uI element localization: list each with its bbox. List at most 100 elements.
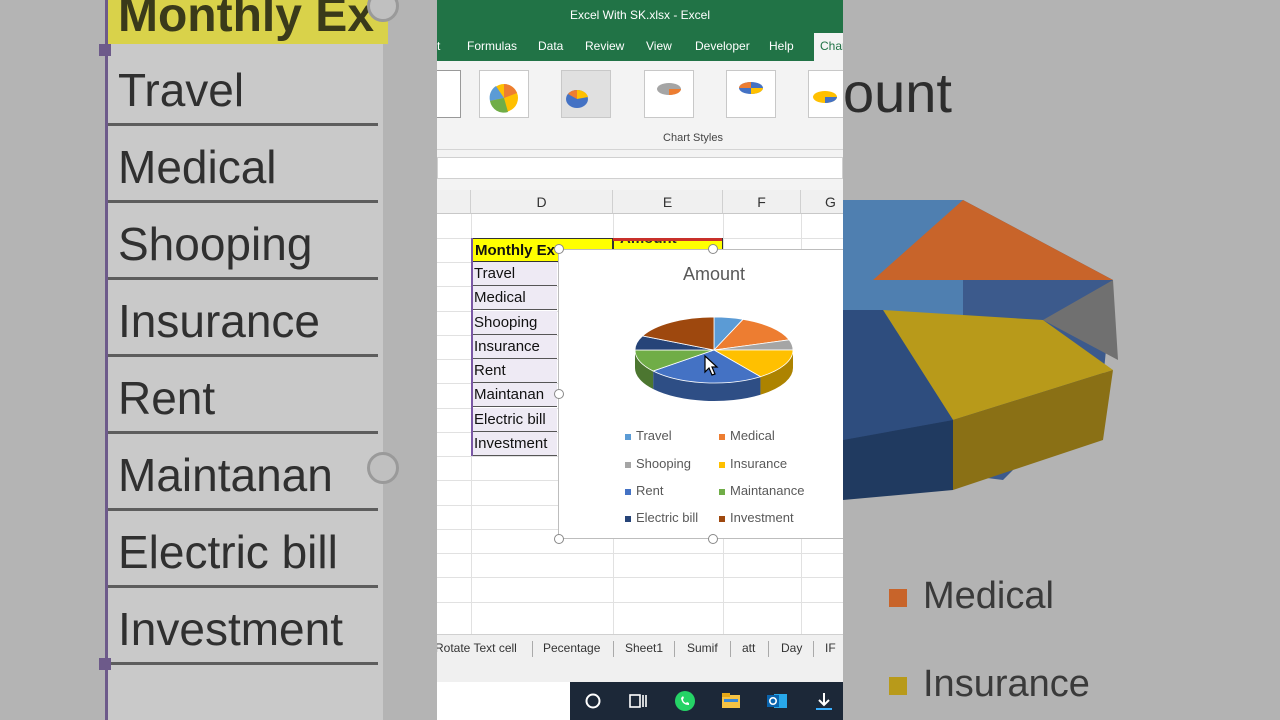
legend-label: Rent: [636, 483, 664, 498]
chart-style-thumbnail[interactable]: [437, 70, 461, 118]
chart-resize-handle[interactable]: [554, 534, 564, 544]
background-header-cell: Monthly Ex: [108, 0, 388, 44]
chart-resize-handle[interactable]: [708, 534, 718, 544]
column-header-g[interactable]: G: [801, 190, 843, 214]
chart-styles-group-label: Chart Styles: [663, 132, 723, 144]
chart-style-thumbnail[interactable]: [644, 70, 694, 118]
tab-insert[interactable]: t: [437, 39, 440, 53]
sheet-tabs: Rotate Text cell Pecentage Sheet1 Sumif …: [437, 634, 843, 663]
background-cell: Maintanan: [108, 437, 378, 511]
cortana-icon[interactable]: [582, 690, 604, 712]
cell-item[interactable]: Electric bill: [471, 408, 557, 432]
sheet-tab[interactable]: Sheet1: [625, 641, 663, 655]
tab-help[interactable]: Help: [769, 39, 794, 53]
selection-border-e: [613, 238, 722, 241]
ribbon: Chart Styles: [437, 61, 843, 150]
sheet-tab-separator: [613, 641, 614, 657]
column-header-d[interactable]: D: [471, 190, 613, 214]
sheet-tab[interactable]: Sumif: [687, 641, 718, 655]
legend-swatch: [719, 488, 725, 495]
selection-range-border: [471, 238, 473, 456]
background-legend-label: Insurance: [923, 663, 1090, 705]
windows-taskbar: [437, 682, 843, 720]
tab-review[interactable]: Review: [585, 39, 624, 53]
excel-window: Excel With SK.xlsx - Excel t Formulas Da…: [437, 0, 843, 720]
tab-chart-design[interactable]: Char: [814, 33, 843, 61]
background-right-zoom: ount Medical Insurance: [843, 0, 1280, 720]
window-title: Excel With SK.xlsx - Excel: [437, 0, 843, 31]
cell-item[interactable]: Insurance: [471, 335, 557, 359]
cell-item[interactable]: Shooping: [471, 311, 557, 335]
background-cell: Shooping: [108, 206, 378, 280]
background-selection-handle: [99, 658, 111, 670]
tab-view[interactable]: View: [646, 39, 672, 53]
background-cell: Insurance: [108, 283, 378, 357]
background-cell: Rent: [108, 360, 378, 434]
sheet-tab[interactable]: Pecentage: [543, 641, 600, 655]
corner-header: [437, 190, 471, 214]
chart-resize-handle[interactable]: [708, 244, 718, 254]
formula-input[interactable]: [437, 157, 843, 179]
chart-style-thumbnail[interactable]: [726, 70, 776, 118]
cell-item[interactable]: Medical: [471, 286, 557, 310]
chart-style-thumbnail[interactable]: [479, 70, 529, 118]
grid-line: [437, 553, 843, 554]
whatsapp-icon[interactable]: [674, 690, 696, 712]
legend-swatch: [625, 461, 631, 468]
cell-item[interactable]: Rent: [471, 359, 557, 383]
background-legend-swatch: [889, 589, 907, 607]
column-header-e[interactable]: E: [613, 190, 723, 214]
tab-formulas[interactable]: Formulas: [467, 39, 517, 53]
chart-style-thumbnail[interactable]: [808, 70, 843, 118]
legend-label: Electric bill: [636, 510, 699, 525]
cell-item[interactable]: Investment: [471, 432, 557, 456]
sheet-tab-separator: [768, 641, 769, 657]
legend-item-medical: Medical: [719, 428, 775, 443]
legend-item-shooping: Shooping: [625, 456, 691, 471]
sheet-tab-separator: [532, 641, 533, 657]
background-legend-label: Medical: [923, 575, 1054, 617]
grid-line: [437, 577, 843, 578]
chart-resize-handle[interactable]: [554, 389, 564, 399]
background-legend-swatch: [889, 677, 907, 695]
pie-plot-area[interactable]: [559, 290, 843, 450]
file-explorer-icon[interactable]: [720, 690, 742, 712]
cell-item[interactable]: Maintanan: [471, 383, 557, 407]
background-chart-title: ount: [843, 61, 952, 124]
background-cell: Electric bill: [108, 514, 378, 588]
legend-label: Medical: [730, 428, 775, 443]
tab-data[interactable]: Data: [538, 39, 563, 53]
legend-swatch: [625, 488, 631, 495]
formula-bar: [437, 150, 843, 190]
taskbar-strip: [570, 682, 843, 720]
sheet-tab[interactable]: IF: [825, 641, 836, 655]
legend-label: Maintanance: [730, 483, 805, 498]
background-selection-handle: [99, 44, 111, 56]
pie-chart[interactable]: Amount Travel Medical Shooping Insurance…: [558, 249, 843, 539]
grid-line: [437, 602, 843, 603]
ribbon-tabs: t Formulas Data Review View Developer He…: [437, 31, 843, 61]
sheet-tab-separator: [813, 641, 814, 657]
sheet-tab[interactable]: att: [742, 641, 755, 655]
legend-item-insurance: Insurance: [719, 456, 787, 471]
legend-item-travel: Travel: [625, 428, 672, 443]
legend-swatch: [625, 433, 631, 440]
move-cursor-icon: [704, 354, 719, 376]
task-view-icon[interactable]: [627, 690, 649, 712]
chart-resize-handle[interactable]: [554, 244, 564, 254]
chart-style-thumbnail[interactable]: [561, 70, 611, 118]
outlook-icon[interactable]: [766, 690, 788, 712]
sheet-tab[interactable]: Day: [781, 641, 802, 655]
legend-swatch: [719, 433, 725, 440]
legend-swatch: [719, 461, 725, 468]
download-icon[interactable]: [813, 690, 835, 712]
cell-item[interactable]: Travel: [471, 262, 557, 286]
sheet-tab[interactable]: Rotate Text cell: [437, 641, 517, 655]
legend-item-rent: Rent: [625, 483, 663, 498]
legend-item-investment: Investment: [719, 510, 794, 525]
status-bar: [437, 662, 843, 682]
sheet-tab-separator: [674, 641, 675, 657]
background-pie-zoom: [843, 200, 1118, 500]
tab-developer[interactable]: Developer: [695, 39, 750, 53]
column-header-f[interactable]: F: [723, 190, 801, 214]
